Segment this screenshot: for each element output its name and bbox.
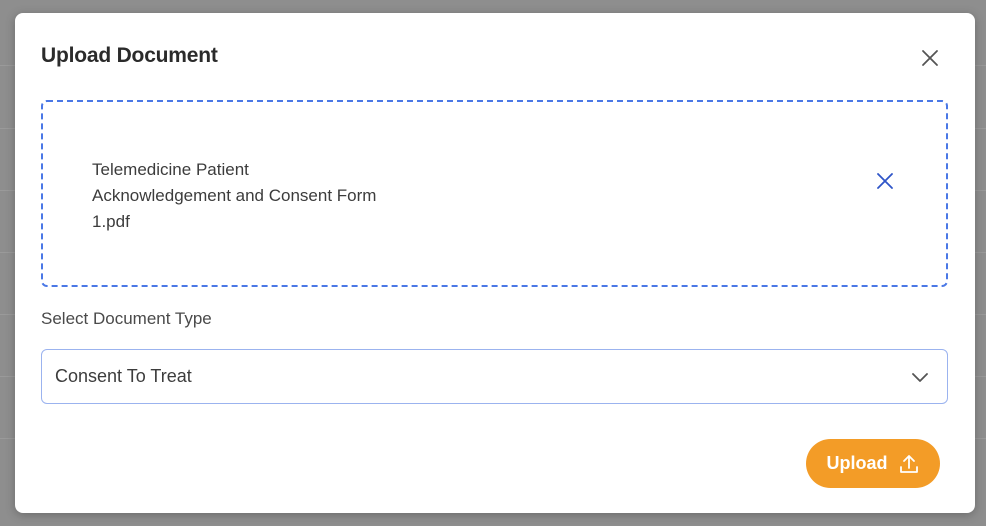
file-name-line: Acknowledgement and Consent Form	[92, 186, 377, 205]
document-type-label: Select Document Type	[41, 309, 212, 328]
file-dropzone[interactable]: Telemedicine Patient Acknowledgement and…	[41, 100, 948, 287]
upload-icon	[899, 454, 918, 473]
modal-title: Upload Document	[41, 44, 218, 67]
upload-button-label: Upload	[826, 453, 888, 473]
upload-document-modal: Upload Document Telemedicine Patient Ack…	[15, 13, 975, 513]
document-type-select[interactable]: Consent To Treat	[41, 349, 948, 404]
close-icon	[877, 173, 893, 189]
chevron-down-icon	[912, 373, 928, 382]
close-icon	[922, 50, 938, 66]
file-name-line: 1.pdf	[92, 212, 130, 231]
remove-file-button[interactable]	[873, 169, 897, 193]
selected-file-name: Telemedicine Patient Acknowledgement and…	[92, 157, 432, 235]
document-type-value: Consent To Treat	[55, 366, 192, 386]
file-name-line: Telemedicine Patient	[92, 160, 249, 179]
close-button[interactable]	[918, 46, 942, 70]
upload-button[interactable]: Upload	[806, 439, 940, 488]
